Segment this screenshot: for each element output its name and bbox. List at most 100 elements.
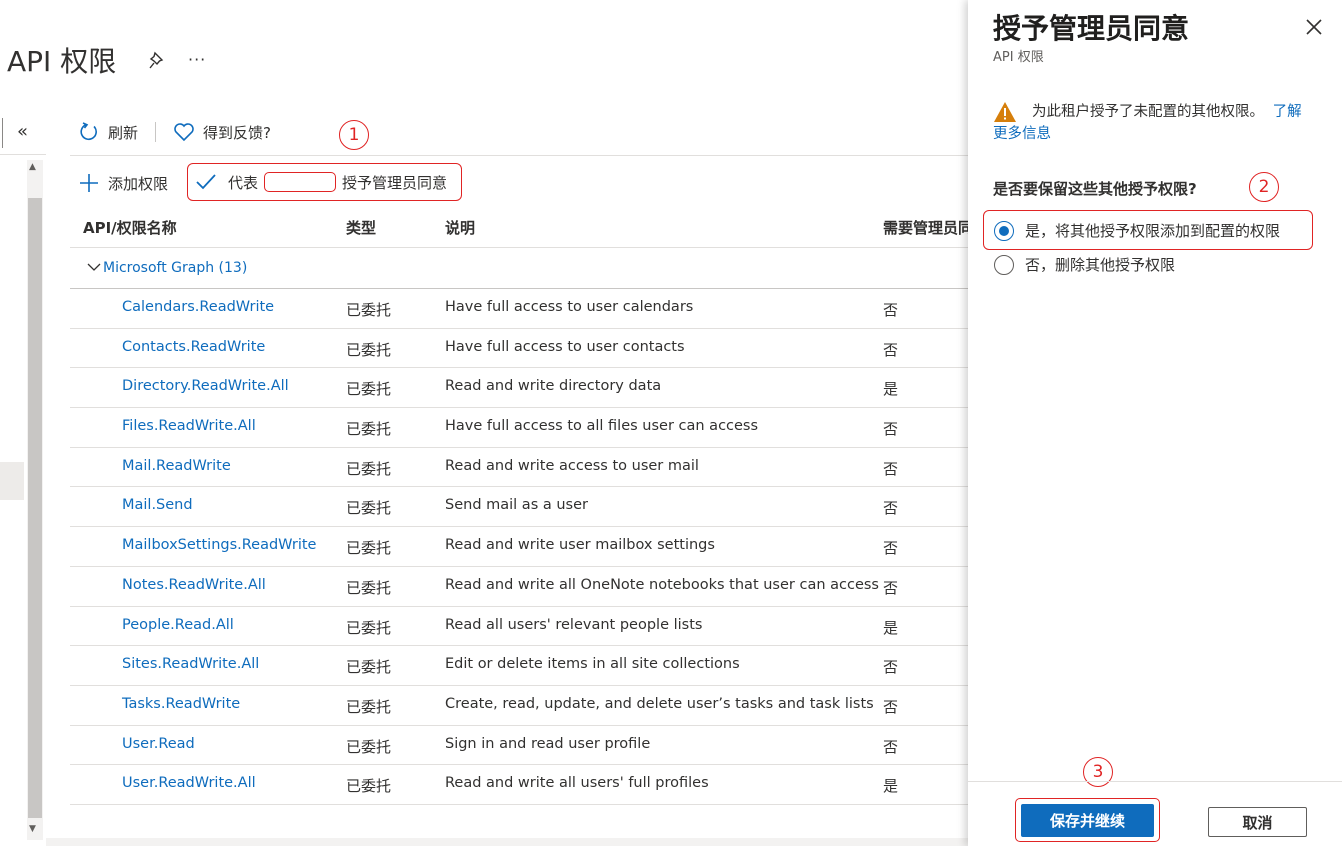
permission-name-link[interactable]: Directory.ReadWrite.All (122, 378, 289, 394)
warning-icon (994, 102, 1016, 122)
admin-consent-required: 否 (883, 658, 899, 677)
permission-name-link[interactable]: User.Read (122, 736, 195, 752)
table-row[interactable]: User.Read 已委托 Sign in and read user profil… (70, 726, 968, 766)
permission-description: Have full access to all files user can a… (445, 418, 759, 435)
admin-consent-required: 否 (883, 340, 899, 359)
more-options-icon[interactable]: ··· (188, 50, 206, 69)
table-row[interactable]: Contacts.ReadWrite 已委托 Have full access to… (70, 329, 968, 369)
table-row[interactable]: Mail.ReadWrite 已委托 Read and write access t… (70, 448, 968, 488)
permissions-table: API/权限名称 类型 说明 需要管理员同 Microsoft Graph (1… (70, 206, 973, 805)
permission-name-link[interactable]: People.Read.All (122, 617, 234, 633)
grant-consent-suffix: 授予管理员同意 (342, 173, 448, 192)
permission-description: Read all users' relevant people lists (445, 616, 703, 633)
permission-description: Sign in and read user profile (445, 735, 651, 752)
admin-consent-required: 否 (883, 459, 899, 478)
permission-name-link[interactable]: Mail.Send (122, 497, 193, 513)
save-and-continue-button[interactable]: 保存并继续 (1021, 804, 1154, 837)
permission-name-link[interactable]: Contacts.ReadWrite (122, 339, 265, 355)
radio-selected-icon[interactable] (994, 220, 1014, 241)
permission-name-link[interactable]: Notes.ReadWrite.All (122, 577, 266, 593)
permission-name-link[interactable]: MailboxSettings.ReadWrite (122, 537, 316, 553)
permissions-toolbar: 添加权限 (78, 168, 168, 198)
scroll-down-arrow-icon[interactable]: ▼ (29, 824, 36, 834)
warning-text: 为此租户授予了未配置的其他权限。 (1032, 104, 1264, 120)
feedback-button[interactable]: 得到反馈? (173, 122, 271, 143)
learn-more-link[interactable]: 了解 (1273, 104, 1302, 120)
permission-name-link[interactable]: Tasks.ReadWrite (122, 696, 240, 712)
header-admin-consent[interactable]: 需要管理员同 (883, 217, 973, 238)
permission-type: 已委托 (346, 499, 392, 518)
table-row[interactable]: Calendars.ReadWrite 已委托 Have full access t… (70, 289, 968, 329)
permission-name-link[interactable]: Mail.ReadWrite (122, 458, 231, 474)
collapse-menu-icon[interactable]: « (17, 121, 28, 142)
table-row[interactable]: Notes.ReadWrite.All 已委托 Read and write all… (70, 567, 968, 607)
rail-selected-item[interactable] (0, 462, 24, 500)
permission-type: 已委托 (346, 340, 392, 359)
pin-icon[interactable] (147, 50, 169, 72)
header-api-name[interactable]: API/权限名称 (83, 217, 177, 238)
table-row[interactable]: MailboxSettings.ReadWrite 已委托 Read and wri… (70, 527, 968, 567)
group-label[interactable]: Microsoft Graph (13) (103, 260, 247, 276)
annotation-marker-3: 3 (1083, 757, 1113, 787)
permission-type: 已委托 (346, 578, 392, 597)
close-icon[interactable] (1305, 18, 1323, 36)
header-description[interactable]: 说明 (445, 217, 475, 238)
header-type[interactable]: 类型 (346, 217, 376, 238)
permission-description: Read and write directory data (445, 378, 662, 395)
permission-name-link[interactable]: Calendars.ReadWrite (122, 299, 274, 315)
table-row[interactable]: People.Read.All 已委托 Read all users' releva… (70, 607, 968, 647)
admin-consent-required: 否 (883, 737, 899, 756)
feedback-label: 得到反馈? (203, 123, 271, 142)
table-row[interactable]: Tasks.ReadWrite 已委托 Create, read, update, … (70, 686, 968, 726)
table-row[interactable]: Files.ReadWrite.All 已委托 Have full access t… (70, 408, 968, 448)
cancel-button[interactable]: 取消 (1208, 807, 1307, 837)
admin-consent-required: 是 (883, 618, 899, 637)
chevron-down-icon[interactable] (87, 260, 101, 274)
refresh-label: 刷新 (108, 123, 139, 142)
permission-type: 已委托 (346, 459, 392, 478)
permission-description: Send mail as a user (445, 497, 588, 514)
toolbar-separator (155, 122, 157, 142)
rail-scrollbar-thumb[interactable] (28, 198, 42, 818)
learn-more-link-continued[interactable]: 更多信息 (993, 123, 1333, 145)
permission-name-link[interactable]: Files.ReadWrite.All (122, 418, 256, 434)
page-title: API 权限 (7, 45, 117, 78)
table-row[interactable]: Directory.ReadWrite.All 已委托 Read and write… (70, 368, 968, 409)
admin-consent-required: 是 (883, 777, 899, 796)
grant-admin-consent-button[interactable]: 代表 授予管理员同意 (187, 163, 462, 201)
permission-description: Edit or delete items in all site collect… (445, 656, 740, 673)
permission-description: Read and write all users' full profiles (445, 775, 709, 792)
table-header-row: API/权限名称 类型 说明 需要管理员同 (70, 206, 973, 248)
option-no-radio[interactable]: 否，删除其他授予权限 (994, 254, 1175, 275)
admin-consent-required: 否 (883, 539, 899, 558)
panel-footer-divider (968, 781, 1342, 782)
option-yes-label[interactable]: 是，将其他授予权限添加到配置的权限 (1025, 220, 1280, 241)
permission-description: Read and write access to user mail (445, 457, 699, 474)
scroll-up-arrow-icon[interactable]: ▲ (29, 162, 36, 172)
radio-unselected-icon[interactable] (994, 254, 1014, 275)
annotation-marker-2: 2 (1249, 172, 1279, 202)
permission-name-link[interactable]: Sites.ReadWrite.All (122, 656, 259, 672)
option-yes-radio[interactable]: 是，将其他授予权限添加到配置的权限 (994, 220, 1280, 241)
admin-consent-required: 否 (883, 499, 899, 518)
horizontal-scrollbar[interactable] (46, 838, 968, 846)
group-row-microsoft-graph[interactable]: Microsoft Graph (13) (70, 248, 968, 289)
checkmark-icon (196, 174, 216, 190)
rail-divider (0, 154, 46, 155)
search-box-edge[interactable] (0, 118, 3, 148)
refresh-button[interactable]: 刷新 (78, 121, 138, 143)
table-row[interactable]: Mail.Send 已委托 Send mail as a user 否 (70, 487, 968, 528)
add-permission-button[interactable]: 添加权限 (78, 172, 168, 194)
permission-type: 已委托 (346, 658, 392, 677)
permission-name-link[interactable]: User.ReadWrite.All (122, 775, 256, 791)
redacted-tenant-name (264, 172, 337, 192)
table-row[interactable]: User.ReadWrite.All 已委托 Read and write all … (70, 765, 968, 805)
table-row[interactable]: Sites.ReadWrite.All 已委托 Edit or delete ite… (70, 646, 968, 686)
permission-type: 已委托 (346, 380, 392, 399)
option-no-label[interactable]: 否，删除其他授予权限 (1025, 254, 1175, 275)
keep-permissions-question: 是否要保留这些其他授予权限? (993, 180, 1197, 198)
permission-type: 已委托 (346, 618, 392, 637)
permission-description: Create, read, update, and delete user’s … (445, 695, 874, 712)
panel-subtitle: API 权限 (993, 50, 1044, 65)
grant-consent-prefix: 代表 (228, 173, 259, 192)
